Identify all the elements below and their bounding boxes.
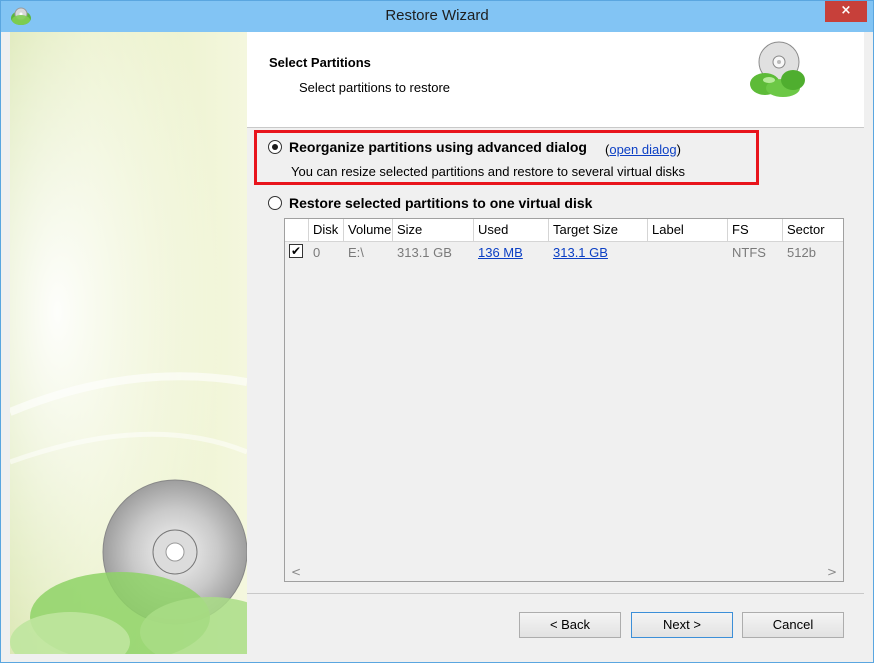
cell-volume: E:\: [348, 245, 364, 260]
column-header-target-size[interactable]: Target Size: [549, 219, 648, 241]
single-disk-radio[interactable]: [268, 196, 282, 210]
close-button[interactable]: ×: [825, 1, 867, 22]
column-header-disk[interactable]: Disk: [309, 219, 344, 241]
advanced-dialog-label[interactable]: Reorganize partitions using advanced dia…: [289, 139, 587, 155]
checkbox-check-icon: ✔: [290, 244, 302, 258]
single-disk-label[interactable]: Restore selected partitions to one virtu…: [289, 195, 592, 211]
column-header-sector[interactable]: Sector: [783, 219, 843, 241]
cell-size: 313.1 GB: [397, 245, 452, 260]
column-header-volume[interactable]: Volume: [344, 219, 393, 241]
scroll-right-arrow-icon[interactable]: >: [827, 565, 837, 579]
wizard-side-banner: [10, 32, 247, 654]
restore-wizard-window: Restore Wizard × Select Partitions Selec…: [0, 0, 874, 663]
next-button[interactable]: Next >: [631, 612, 733, 638]
wizard-header: Select Partitions Select partitions to r…: [247, 32, 864, 128]
cell-used-link[interactable]: 136 MB: [478, 244, 523, 262]
column-header-check: [285, 219, 309, 241]
disc-logo-icon: [750, 41, 805, 97]
cell-sector: 512b: [787, 245, 816, 260]
wizard-content: Select Partitions Select partitions to r…: [247, 32, 864, 654]
column-header-used[interactable]: Used: [474, 219, 549, 241]
cell-disk: 0: [313, 245, 321, 260]
advanced-dialog-radio[interactable]: [268, 140, 282, 154]
advanced-dialog-description: You can resize selected partitions and r…: [291, 164, 686, 179]
scroll-left-arrow-icon[interactable]: <: [291, 565, 301, 579]
back-button[interactable]: < Back: [519, 612, 621, 638]
open-dialog-link[interactable]: open dialog: [609, 142, 676, 157]
title-bar[interactable]: Restore Wizard ×: [1, 1, 873, 32]
cancel-button[interactable]: Cancel: [742, 612, 844, 638]
cell-target-size-link[interactable]: 313.1 GB: [553, 244, 608, 262]
close-icon: ×: [840, 3, 852, 18]
table-header: Disk Volume Size Used Target Size Label …: [285, 219, 843, 242]
footer-divider: [247, 593, 864, 594]
close-paren: ): [676, 142, 681, 157]
window-title: Restore Wizard: [385, 7, 489, 24]
page-title: Select Partitions: [269, 55, 371, 70]
column-header-fs[interactable]: FS: [728, 219, 783, 241]
disc-banner-art: [10, 32, 247, 654]
partitions-table[interactable]: Disk Volume Size Used Target Size Label …: [284, 218, 844, 582]
open-dialog-wrapper: (open dialog): [605, 142, 681, 157]
column-header-label[interactable]: Label: [648, 219, 728, 241]
row-checkbox[interactable]: ✔: [289, 244, 303, 258]
cell-fs: NTFS: [732, 245, 766, 260]
page-subtitle: Select partitions to restore: [299, 80, 451, 95]
column-header-size[interactable]: Size: [393, 219, 474, 241]
